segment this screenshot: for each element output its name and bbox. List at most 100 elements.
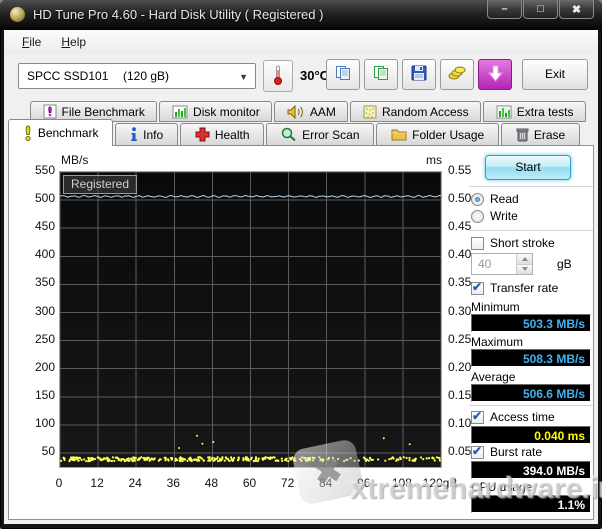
download-update-button[interactable]	[478, 59, 512, 90]
triangle-up-icon	[521, 256, 528, 261]
tab-info[interactable]: Info	[115, 123, 178, 146]
left-axis-tick-label: 400	[34, 247, 55, 262]
tab-row-back: File Benchmark Disk monitor AAM Random Acce…	[30, 100, 588, 122]
left-axis-tick-label: 500	[34, 191, 55, 206]
spinner-down-button[interactable]	[517, 264, 532, 274]
tab-label: Erase	[533, 127, 566, 142]
tab-extra-tests[interactable]: Extra tests	[483, 101, 587, 122]
window-controls: – □ ✖	[487, 0, 594, 19]
left-axis-tick-label: 300	[34, 303, 55, 318]
tab-random-access[interactable]: Random Access	[350, 101, 482, 122]
menu-file[interactable]: File	[12, 32, 51, 52]
access-time-checkbox[interactable]	[471, 409, 484, 424]
tab-folder-usage[interactable]: Folder Usage	[376, 123, 500, 146]
tab-label: Error Scan	[302, 127, 360, 142]
spinner-up-button[interactable]	[517, 254, 532, 265]
right-axis-tick-label: 0.55	[448, 163, 472, 177]
temperature-value: 30°C	[300, 68, 330, 83]
exit-button[interactable]: Exit	[522, 59, 588, 90]
transfer-rate-row: Transfer rate	[471, 280, 559, 295]
copy-image-button[interactable]	[364, 59, 398, 90]
read-radio[interactable]	[471, 192, 484, 206]
save-button[interactable]	[402, 59, 436, 90]
burst-rate-row: Burst rate	[471, 444, 543, 459]
left-axis-tick-label: 550	[34, 163, 55, 177]
short-stroke-checkbox[interactable]	[471, 236, 484, 250]
copy-button[interactable]	[326, 59, 360, 90]
tab-label: Extra tests	[516, 104, 574, 119]
stroke-size-spinner[interactable]: 40	[471, 253, 533, 275]
tab-label: Random Access	[381, 104, 469, 119]
tab-label: Health	[214, 127, 250, 142]
app-window: HD Tune Pro 4.60 - Hard Disk Utility ( R…	[0, 0, 602, 529]
access-time-value: 0.040 ms	[471, 426, 591, 444]
save-icon	[411, 65, 427, 84]
right-axis-title: ms	[426, 153, 442, 167]
tab-disk-monitor[interactable]: Disk monitor	[159, 101, 273, 122]
cpu-usage-label: CPU usage	[471, 480, 533, 494]
tab-benchmark[interactable]: Benchmark	[8, 119, 114, 146]
read-label: Read	[490, 192, 519, 206]
tab-erase[interactable]: Erase	[501, 123, 581, 146]
average-value: 506.6 MB/s	[471, 384, 591, 402]
benchmark-panel: MB/s ms Registered 550 500 450 400 350 300 250…	[8, 145, 594, 520]
separator	[469, 186, 593, 188]
left-axis-tick-label: 250	[34, 331, 55, 346]
write-option-row: Write	[471, 209, 518, 223]
temperature-button[interactable]	[263, 60, 293, 92]
write-radio[interactable]	[471, 209, 484, 223]
minimize-button[interactable]: –	[487, 0, 522, 19]
client-area: File Help SPCC SSD101 (120 gB) ▼ 30°C Ex…	[4, 30, 598, 524]
tab-aam[interactable]: AAM	[274, 101, 349, 122]
separator	[469, 405, 593, 407]
x-axis-tick-label: 120gB	[422, 476, 458, 490]
benchmark-plot: Registered	[59, 171, 442, 468]
app-icon	[10, 7, 25, 22]
donate-button[interactable]	[440, 59, 474, 90]
access-time-label: Access time	[490, 410, 555, 424]
close-button[interactable]: ✖	[559, 0, 594, 19]
drive-name: SPCC SSD101	[27, 69, 109, 83]
minimum-label: Minimum	[471, 300, 520, 314]
folder-icon	[391, 128, 407, 141]
toolbar-buttons	[326, 59, 512, 90]
tab-label: File Benchmark	[61, 104, 145, 119]
start-button[interactable]: Start	[485, 155, 571, 180]
tab-label: Info	[143, 127, 164, 142]
bar-chart-grid-icon	[496, 105, 512, 119]
read-option-row: Read	[471, 192, 519, 206]
health-cross-icon	[195, 127, 210, 142]
coins-icon	[448, 65, 466, 84]
menu-bar: File Help	[4, 30, 598, 54]
transfer-rate-label: Transfer rate	[490, 281, 559, 295]
transfer-rate-checkbox[interactable]	[471, 280, 484, 295]
burst-rate-label: Burst rate	[490, 445, 543, 459]
tab-label: Benchmark	[37, 126, 99, 140]
cpu-usage-value: 1.1%	[471, 495, 591, 513]
menu-help[interactable]: Help	[51, 32, 96, 52]
tab-label: Disk monitor	[193, 104, 260, 119]
dotted-square-icon	[363, 105, 377, 119]
minimum-value: 503.3 MB/s	[471, 314, 591, 332]
triangle-down-icon	[521, 267, 528, 272]
burst-rate-checkbox[interactable]	[471, 444, 484, 459]
exclamation-box-icon	[43, 104, 57, 119]
drive-selector[interactable]: SPCC SSD101 (120 gB) ▼	[18, 63, 256, 89]
tab-health[interactable]: Health	[180, 123, 265, 146]
stroke-unit-label: gB	[557, 257, 572, 271]
copy-icon	[335, 65, 351, 84]
benchmark-chart-svg	[59, 171, 442, 467]
tab-label: AAM	[309, 104, 336, 119]
copy-green-icon	[373, 65, 389, 84]
tab-error-scan[interactable]: Error Scan	[266, 123, 375, 146]
info-icon	[130, 127, 138, 142]
short-stroke-row: Short stroke	[471, 236, 555, 250]
tab-label: Folder Usage	[412, 127, 485, 142]
average-label: Average	[471, 370, 516, 384]
title-bar: HD Tune Pro 4.60 - Hard Disk Utility ( R…	[0, 0, 602, 30]
left-axis-tick-label: 350	[34, 275, 55, 290]
left-axis-tick-label: 150	[34, 387, 55, 402]
thermometer-icon	[272, 64, 284, 89]
maximize-button[interactable]: □	[523, 0, 558, 19]
maximum-label: Maximum	[471, 335, 524, 349]
